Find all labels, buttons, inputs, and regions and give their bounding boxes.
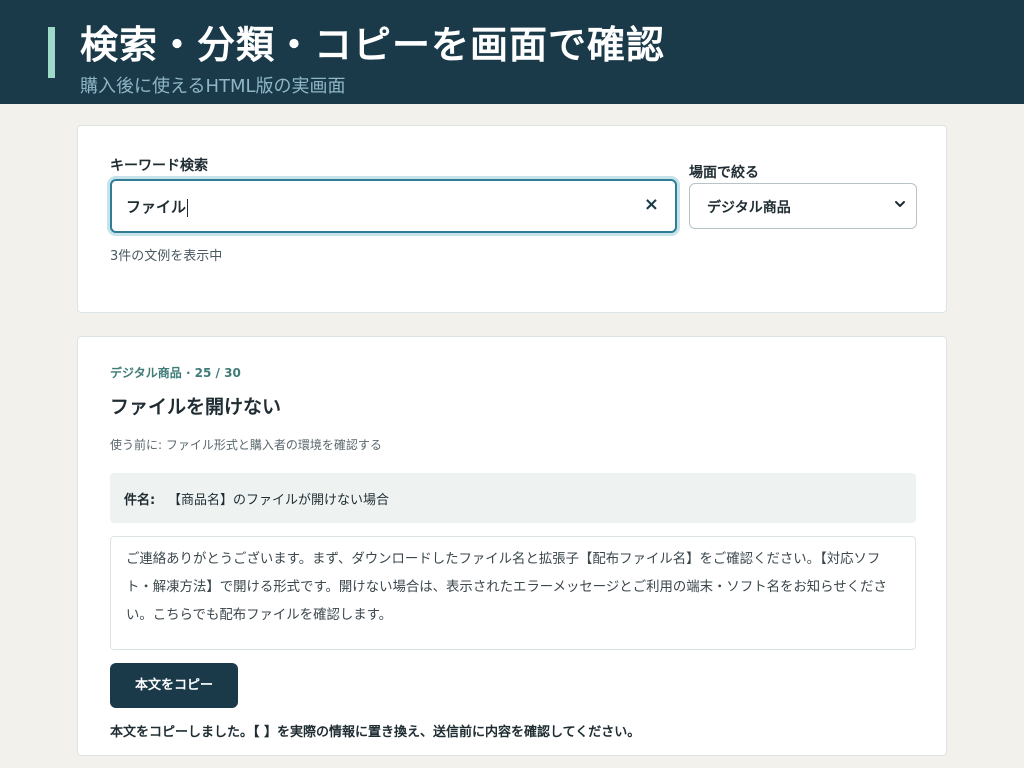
- subject-line: 件名: 【商品名】のファイルが開けない場合: [110, 473, 916, 523]
- scene-filter-label: 場面で絞る: [689, 165, 759, 181]
- pre-check-note: 使う前に: ファイル形式と購入者の環境を確認する: [110, 438, 382, 452]
- keyword-value[interactable]: ファイル: [126, 196, 189, 217]
- keyword-search-input[interactable]: ファイル ×: [110, 179, 677, 233]
- result-title: ファイルを開けない: [110, 396, 282, 418]
- close-icon[interactable]: ×: [644, 194, 659, 215]
- header-accent-bar: [48, 27, 55, 78]
- copied-message: 本文をコピーしました。【 】を実際の情報に置き換え、送信前に内容を確認してくださ…: [110, 725, 641, 740]
- result-card: デジタル商品 · 25 / 30 ファイルを開けない 使う前に: ファイル形式と…: [77, 336, 947, 756]
- subject-text: 【商品名】のファイルが開けない場合: [168, 493, 390, 508]
- page-title: 検索・分類・コピーを画面で確認: [80, 23, 666, 67]
- search-panel: キーワード検索 ファイル × 場面で絞る デジタル商品 3件の文例を表示中: [77, 125, 947, 313]
- page-subtitle: 購入後に使えるHTML版の実画面: [80, 76, 346, 97]
- text-caret: [187, 198, 189, 217]
- header-bar: 検索・分類・コピーを画面で確認 購入後に使えるHTML版の実画面: [0, 0, 1024, 104]
- scene-filter-select[interactable]: デジタル商品: [689, 183, 917, 229]
- chevron-down-icon: [895, 201, 905, 207]
- result-meta: デジタル商品 · 25 / 30: [110, 366, 241, 380]
- copy-body-button[interactable]: 本文をコピー: [110, 663, 238, 708]
- body-text-box: ご連絡ありがとうございます。まず、ダウンロードしたファイル名と拡張子【配布ファイ…: [110, 536, 916, 650]
- scene-selected-value: デジタル商品: [707, 200, 791, 216]
- result-count: 3件の文例を表示中: [110, 249, 223, 264]
- subject-label: 件名:: [124, 493, 156, 508]
- body-text: ご連絡ありがとうございます。まず、ダウンロードしたファイル名と拡張子【配布ファイ…: [126, 552, 887, 623]
- keyword-label: キーワード検索: [110, 158, 208, 174]
- keyword-value-text: ファイル: [126, 198, 187, 216]
